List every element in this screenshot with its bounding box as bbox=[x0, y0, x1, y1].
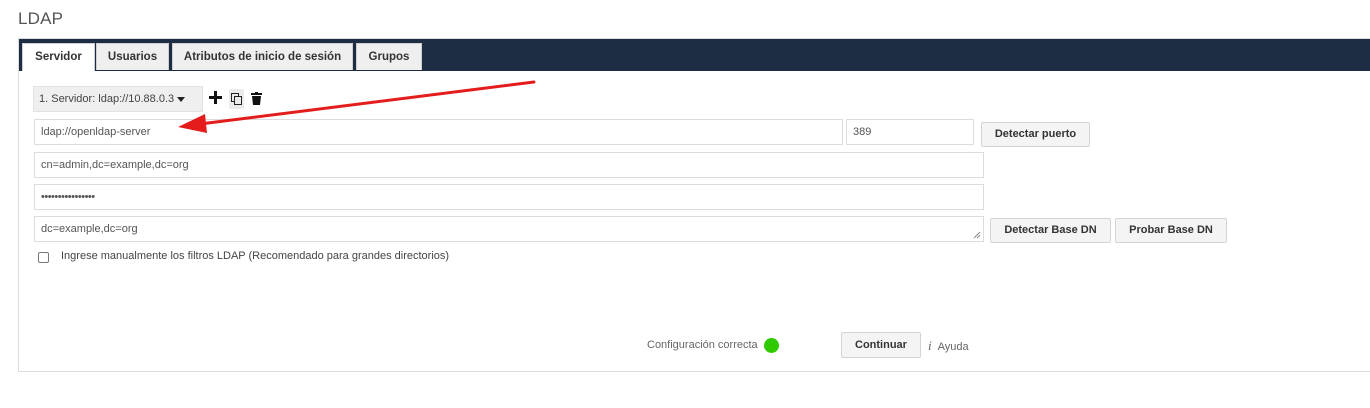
resize-handle-icon[interactable] bbox=[973, 231, 981, 239]
base-dn-textarea[interactable]: dc=example,dc=org bbox=[34, 216, 984, 242]
detect-port-button[interactable]: Detectar puerto bbox=[981, 122, 1090, 147]
help-label: Ayuda bbox=[937, 341, 969, 353]
delete-server-button[interactable] bbox=[249, 89, 264, 109]
chevron-down-icon bbox=[177, 96, 186, 102]
user-dn-input[interactable]: cn=admin,dc=example,dc=org bbox=[34, 152, 984, 178]
manual-filter-checkbox[interactable] bbox=[38, 252, 49, 263]
tab-atributos-inicio-sesion[interactable]: Atributos de inicio de sesión bbox=[172, 43, 353, 70]
manual-filter-label: Ingrese manualmente los filtros LDAP (Re… bbox=[61, 250, 450, 262]
password-input[interactable]: •••••••••••••••• bbox=[34, 184, 984, 210]
info-icon: i bbox=[928, 338, 932, 353]
ldap-config-panel: Servidor Usuarios Atributos de inicio de… bbox=[18, 38, 1370, 372]
server-select-label: 1. Servidor: ldap://10.88.0.3 bbox=[39, 93, 175, 105]
add-server-button[interactable] bbox=[208, 89, 223, 109]
tab-usuarios[interactable]: Usuarios bbox=[96, 43, 169, 70]
status-text: Configuración correcta bbox=[647, 339, 758, 351]
tab-servidor[interactable]: Servidor bbox=[22, 43, 95, 71]
test-base-dn-button[interactable]: Probar Base DN bbox=[1115, 218, 1227, 243]
tab-bar: Servidor Usuarios Atributos de inicio de… bbox=[19, 39, 1370, 71]
base-dn-value: dc=example,dc=org bbox=[41, 223, 138, 235]
trash-icon bbox=[251, 92, 262, 105]
copy-icon bbox=[231, 93, 242, 105]
page-title: LDAP bbox=[18, 9, 64, 28]
plus-icon bbox=[209, 91, 222, 104]
port-input[interactable]: 389 bbox=[846, 119, 974, 145]
copy-server-button[interactable] bbox=[229, 89, 244, 109]
server-select[interactable]: 1. Servidor: ldap://10.88.0.3 bbox=[33, 86, 203, 112]
help-link[interactable]: i Ayuda bbox=[928, 338, 969, 354]
host-input[interactable]: ldap://openldap-server bbox=[34, 119, 843, 145]
continue-button[interactable]: Continuar bbox=[841, 332, 921, 358]
tab-grupos[interactable]: Grupos bbox=[356, 43, 422, 70]
status-indicator bbox=[764, 338, 779, 353]
detect-base-dn-button[interactable]: Detectar Base DN bbox=[990, 218, 1111, 243]
